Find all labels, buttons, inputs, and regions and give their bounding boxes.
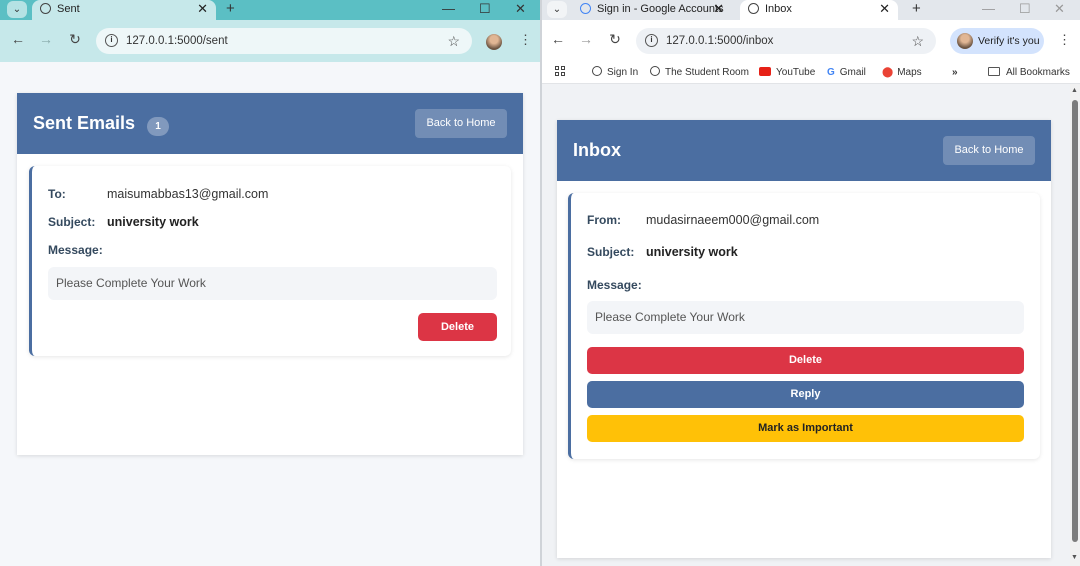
page-scrollbar[interactable]: ▲ ▼ — [1070, 84, 1080, 566]
profile-avatar[interactable] — [486, 34, 502, 50]
subject-value: university work — [646, 245, 738, 259]
new-tab-button[interactable]: + — [912, 0, 921, 18]
apps-grid-icon[interactable] — [555, 66, 567, 78]
scroll-down-arrow[interactable]: ▼ — [1071, 554, 1078, 561]
to-value: maisumabbas13@gmail.com — [107, 187, 269, 201]
reload-icon[interactable]: ↻ — [65, 31, 85, 48]
verify-label: Verify it's you — [978, 35, 1040, 47]
back-to-home-button[interactable]: Back to Home — [415, 109, 507, 138]
subject-label: Subject: — [48, 215, 96, 229]
bookmark-sign-in[interactable]: Sign In — [592, 66, 638, 80]
tab-sent[interactable]: Sent ✕ — [32, 0, 216, 20]
bookmark-star-icon[interactable]: ☆ — [447, 28, 460, 54]
google-icon: G — [827, 67, 835, 78]
verify-profile-button[interactable]: Verify it's you — [950, 28, 1044, 54]
folder-icon — [988, 67, 1000, 76]
to-label: To: — [48, 187, 66, 201]
email-item: To: maisumabbas13@gmail.com Subject: uni… — [29, 166, 511, 356]
new-tab-button[interactable]: + — [226, 0, 235, 18]
page-header: Sent Emails 1 Back to Home — [17, 93, 523, 154]
tab-search-button[interactable]: ⌄ — [547, 1, 567, 18]
reply-button[interactable]: Reply — [587, 381, 1024, 408]
back-arrow-icon[interactable]: ← — [548, 31, 568, 47]
message-label: Message: — [587, 278, 642, 292]
profile-avatar — [957, 33, 973, 49]
minimize-button[interactable]: — — [442, 0, 455, 18]
address-bar[interactable]: i 127.0.0.1:5000/inbox ☆ — [636, 28, 936, 54]
back-to-home-button[interactable]: Back to Home — [943, 136, 1035, 165]
site-info-icon[interactable]: i — [645, 34, 658, 47]
close-tab-icon[interactable]: ✕ — [879, 0, 890, 18]
all-bookmarks[interactable]: All Bookmarks — [988, 66, 1070, 80]
maximize-button[interactable]: ☐ — [479, 0, 491, 18]
page-title: Inbox — [573, 140, 621, 160]
inbox-browser-window: ⌄ Sign in - Google Accounts ✕ Inbox ✕ + … — [542, 0, 1080, 566]
browser-toolbar: ← → ↻ i 127.0.0.1:5000/sent ☆ ⋮ — [0, 20, 540, 62]
globe-icon — [592, 66, 602, 76]
address-bar[interactable]: i 127.0.0.1:5000/sent ☆ — [96, 28, 472, 54]
browser-toolbar: ← → ↻ i 127.0.0.1:5000/inbox ☆ Verify it… — [542, 20, 1080, 62]
bookmark-student-room[interactable]: The Student Room — [650, 66, 749, 80]
bookmark-youtube[interactable]: YouTube — [759, 66, 815, 80]
globe-icon — [40, 3, 51, 14]
scrollbar-thumb[interactable] — [1072, 100, 1078, 542]
bookmarks-bar: Sign In The Student Room YouTube G Gmail … — [542, 62, 1080, 84]
reload-icon[interactable]: ↻ — [605, 31, 625, 48]
tab-google-sign-in[interactable]: Sign in - Google Accounts ✕ — [572, 0, 732, 20]
subject-label: Subject: — [587, 245, 635, 259]
maximize-button[interactable]: ☐ — [1019, 0, 1031, 18]
message-body: Please Complete Your Work — [48, 267, 497, 300]
from-label: From: — [587, 213, 621, 227]
close-window-button[interactable]: ✕ — [515, 0, 526, 18]
email-item: From: mudasirnaeem000@gmail.com Subject:… — [568, 193, 1040, 459]
minimize-button[interactable]: — — [982, 0, 995, 18]
sent-browser-window: ⌄ Sent ✕ + — ☐ ✕ ← → ↻ i 127.0.0.1:5000/… — [0, 0, 540, 566]
bookmark-gmail[interactable]: G Gmail — [827, 66, 866, 80]
page-header: Inbox Back to Home — [557, 120, 1051, 181]
bookmark-star-icon[interactable]: ☆ — [911, 28, 924, 54]
menu-kebab-icon[interactable]: ⋮ — [1058, 32, 1071, 48]
forward-arrow-icon[interactable]: → — [36, 31, 56, 47]
close-tab-icon[interactable]: ✕ — [713, 0, 724, 18]
bookmark-maps[interactable]: ⬤ Maps — [882, 66, 922, 80]
tab-inbox[interactable]: Inbox ✕ — [740, 0, 898, 20]
sent-emails-card: Sent Emails 1 Back to Home To: maisumabb… — [17, 93, 523, 455]
globe-icon — [650, 66, 660, 76]
tab-search-button[interactable]: ⌄ — [7, 1, 27, 18]
url-text: 127.0.0.1:5000/sent — [126, 35, 228, 47]
message-label: Message: — [48, 243, 103, 257]
site-info-icon[interactable]: i — [105, 34, 118, 47]
message-body: Please Complete Your Work — [587, 301, 1024, 334]
page-title: Sent Emails — [33, 113, 136, 133]
tab-title: Inbox — [765, 3, 792, 15]
scroll-up-arrow[interactable]: ▲ — [1071, 87, 1078, 94]
close-tab-icon[interactable]: ✕ — [197, 0, 208, 18]
tab-title: Sent — [57, 3, 80, 15]
close-window-button[interactable]: ✕ — [1054, 0, 1065, 18]
url-text: 127.0.0.1:5000/inbox — [666, 35, 774, 47]
delete-button[interactable]: Delete — [418, 313, 497, 341]
menu-kebab-icon[interactable]: ⋮ — [519, 32, 532, 48]
more-bookmarks-icon[interactable]: » — [952, 66, 958, 80]
tab-strip: ⌄ Sign in - Google Accounts ✕ Inbox ✕ + … — [542, 0, 1080, 20]
back-arrow-icon[interactable]: ← — [8, 31, 28, 47]
maps-pin-icon: ⬤ — [882, 67, 894, 78]
globe-icon — [748, 3, 759, 14]
from-value: mudasirnaeem000@gmail.com — [646, 213, 820, 227]
count-badge: 1 — [147, 117, 169, 136]
youtube-icon — [759, 67, 771, 76]
tab-title: Sign in - Google Accounts — [597, 3, 724, 15]
tab-strip: ⌄ Sent ✕ + — ☐ ✕ — [0, 0, 540, 20]
mark-important-button[interactable]: Mark as Important — [587, 415, 1024, 442]
google-icon — [580, 3, 591, 14]
delete-button[interactable]: Delete — [587, 347, 1024, 374]
forward-arrow-icon[interactable]: → — [576, 31, 596, 47]
inbox-card: Inbox Back to Home From: mudasirnaeem000… — [557, 120, 1051, 558]
subject-value: university work — [107, 215, 199, 229]
